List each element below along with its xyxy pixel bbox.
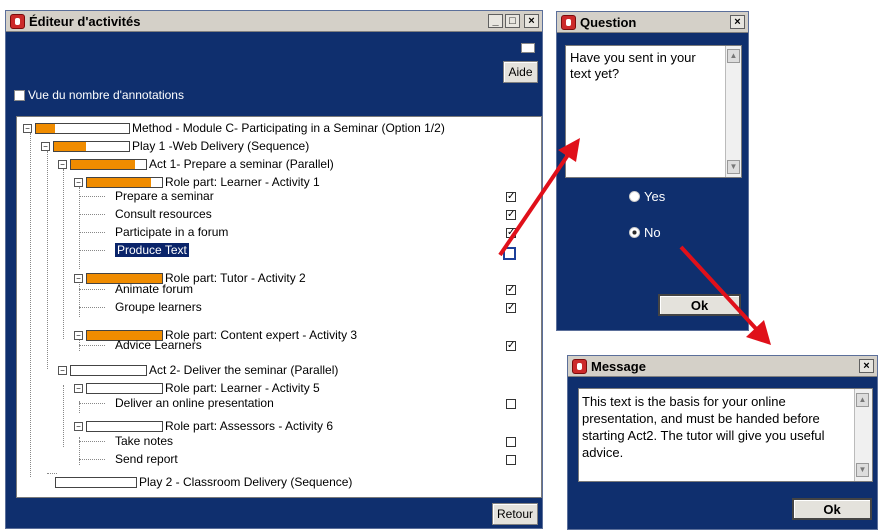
activity-deliver-presentation[interactable]: Deliver an online presentation: [115, 395, 274, 411]
activity-tree[interactable]: − Method - Module C- Participating in a …: [16, 116, 542, 498]
progress-bar: [35, 122, 130, 134]
back-button[interactable]: Retour: [492, 503, 538, 525]
progress-bar: [70, 364, 147, 376]
tree-node-label: Method - Module C- Participating in a Se…: [132, 121, 445, 135]
collapse-toggle[interactable]: −: [58, 159, 67, 169]
progress-bar: [86, 382, 163, 394]
ok-button[interactable]: Ok: [658, 294, 741, 316]
activity-editor-titlebar[interactable]: Éditeur d'activités _ □ ×: [6, 11, 542, 32]
message-titlebar[interactable]: Message ×: [568, 356, 877, 377]
tree-node-play1[interactable]: − Play 1 -Web Delivery (Sequence): [41, 138, 309, 154]
tree-node-label: Play 2 - Classroom Delivery (Sequence): [139, 475, 353, 489]
close-button[interactable]: ×: [730, 15, 745, 29]
tree-node-act1[interactable]: − Act 1- Prepare a seminar (Parallel): [58, 156, 334, 172]
tree-node-label: Role part: Assessors - Activity 6: [165, 419, 334, 433]
scrollbar[interactable]: ▲ ▼: [725, 46, 741, 177]
activity-prepare-seminar[interactable]: Prepare a seminar: [115, 188, 214, 204]
new-folder-icon[interactable]: [521, 43, 535, 53]
annotations-checkbox[interactable]: [14, 89, 25, 101]
message-dialog: Message × This text is the basis for you…: [567, 355, 878, 530]
tree-node-role-assessors-6[interactable]: − Role part: Assessors - Activity 6: [74, 418, 333, 434]
activity-participate-forum[interactable]: Participate in a forum: [115, 224, 228, 240]
tree-node-role-learner-5[interactable]: − Role part: Learner - Activity 5: [74, 380, 320, 396]
done-checkbox[interactable]: [506, 437, 516, 447]
window-title: Éditeur d'activités: [29, 13, 141, 29]
dialog-title: Message: [591, 358, 646, 374]
dialog-title: Question: [580, 14, 637, 30]
scroll-up-icon[interactable]: ▲: [727, 49, 740, 63]
progress-bar: [55, 476, 137, 488]
radio-label: No: [644, 225, 661, 240]
collapse-toggle[interactable]: −: [74, 177, 83, 187]
done-checkbox[interactable]: ✓: [506, 210, 516, 220]
done-checkbox[interactable]: [506, 455, 516, 465]
annotations-checkbox-label: Vue du nombre d'annotations: [28, 88, 184, 102]
collapse-toggle[interactable]: −: [74, 273, 83, 283]
scrollbar[interactable]: ▲ ▼: [854, 389, 872, 481]
activity-animate-forum[interactable]: Animate forum: [115, 281, 193, 297]
tree-node-method[interactable]: − Method - Module C- Participating in a …: [23, 120, 445, 136]
collapse-toggle[interactable]: −: [74, 330, 83, 340]
minimize-button[interactable]: _: [488, 14, 503, 28]
question-text-area[interactable]: Have you sent in your text yet? ▲ ▼: [565, 45, 742, 178]
collapse-toggle[interactable]: −: [58, 365, 67, 375]
activity-editor-window: Éditeur d'activités _ □ × Aide Vue du no…: [5, 10, 543, 529]
yes-radio-option[interactable]: Yes: [629, 189, 665, 204]
collapse-toggle[interactable]: −: [74, 383, 83, 393]
tree-node-label: Act 2- Deliver the seminar (Parallel): [149, 363, 339, 377]
question-titlebar[interactable]: Question ×: [557, 12, 748, 33]
tree-node-label: Role part: Learner - Activity 5: [165, 381, 320, 395]
message-text: This text is the basis for your online p…: [582, 394, 825, 460]
activity-take-notes[interactable]: Take notes: [115, 433, 173, 449]
question-dialog: Question × Have you sent in your text ye…: [556, 11, 749, 331]
collapse-toggle[interactable]: −: [74, 421, 83, 431]
done-checkbox[interactable]: ✓: [506, 192, 516, 202]
activity-produce-text[interactable]: Produce Text: [115, 242, 189, 258]
activity-send-report[interactable]: Send report: [115, 451, 178, 467]
activity-consult-resources[interactable]: Consult resources: [115, 206, 212, 222]
tree-node-label: Act 1- Prepare a seminar (Parallel): [149, 157, 334, 171]
close-button[interactable]: ×: [859, 359, 874, 373]
close-button[interactable]: ×: [524, 14, 539, 28]
java-app-icon: [10, 13, 25, 29]
done-checkbox[interactable]: ✓: [506, 341, 516, 351]
progress-bar: [70, 158, 147, 170]
tree-node-label: Play 1 -Web Delivery (Sequence): [132, 139, 310, 153]
radio-button[interactable]: [629, 191, 640, 202]
java-app-icon: [561, 14, 576, 30]
question-text: Have you sent in your text yet?: [570, 50, 696, 81]
done-checkbox[interactable]: ✓: [506, 303, 516, 313]
tree-node-play2[interactable]: Play 2 - Classroom Delivery (Sequence): [55, 474, 352, 490]
collapse-toggle[interactable]: −: [41, 141, 50, 151]
radio-label: Yes: [644, 189, 666, 204]
progress-bar: [53, 140, 130, 152]
done-checkbox[interactable]: [503, 247, 516, 260]
collapse-toggle[interactable]: −: [23, 123, 32, 133]
maximize-button[interactable]: □: [505, 14, 520, 28]
activity-advice-learners[interactable]: Advice Learners: [115, 337, 202, 353]
progress-bar: [86, 176, 163, 188]
done-checkbox[interactable]: ✓: [506, 285, 516, 295]
activity-groupe-learners[interactable]: Groupe learners: [115, 299, 202, 315]
progress-bar: [86, 420, 163, 432]
help-button[interactable]: Aide: [503, 61, 538, 83]
scroll-up-icon[interactable]: ▲: [856, 393, 869, 407]
ok-button[interactable]: Ok: [792, 498, 872, 520]
scroll-down-icon[interactable]: ▼: [856, 463, 869, 477]
radio-button[interactable]: [629, 227, 640, 238]
scroll-down-icon[interactable]: ▼: [727, 160, 740, 174]
done-checkbox[interactable]: [506, 399, 516, 409]
java-app-icon: [572, 358, 587, 374]
annotations-toggle[interactable]: Vue du nombre d'annotations: [14, 88, 184, 102]
done-checkbox[interactable]: ✓: [506, 228, 516, 238]
tree-node-label: Role part: Learner - Activity 1: [165, 175, 320, 189]
tree-node-act2[interactable]: − Act 2- Deliver the seminar (Parallel): [58, 362, 338, 378]
no-radio-option[interactable]: No: [629, 225, 661, 240]
message-text-area[interactable]: This text is the basis for your online p…: [578, 388, 873, 482]
